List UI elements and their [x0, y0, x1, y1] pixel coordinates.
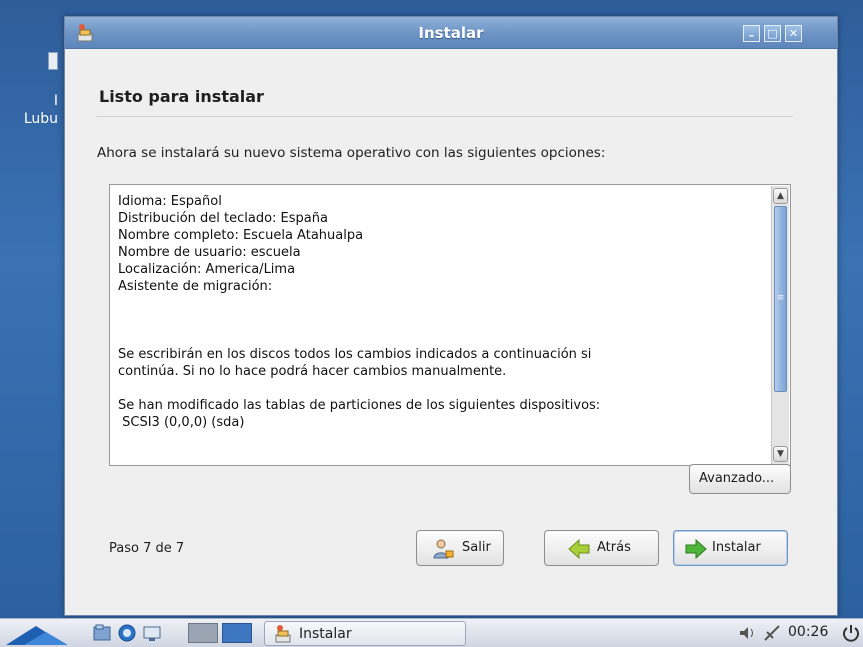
taskbar-item-installer[interactable]: Instalar	[264, 621, 466, 646]
installer-window: Instalar – □ ✕ Listo para instalar Ahora…	[64, 16, 838, 616]
maximize-icon: □	[767, 27, 778, 40]
arrow-right-icon	[685, 538, 707, 560]
volume-icon[interactable]	[738, 623, 758, 643]
user-exit-icon	[433, 539, 454, 559]
install-button[interactable]: Instalar	[673, 530, 788, 566]
desktop-icon-label: I Lubu	[23, 93, 58, 127]
close-icon: ✕	[788, 27, 799, 40]
file-manager-icon[interactable]	[92, 623, 112, 643]
summary-line: Nombre de usuario: escuela	[118, 245, 301, 260]
scrollbar-thumb[interactable]: ≡	[774, 206, 787, 392]
power-icon[interactable]	[841, 623, 861, 643]
summary-line	[118, 329, 768, 346]
scroll-down-button[interactable]: ▼	[773, 446, 788, 462]
summary-line: Nombre completo: Escuela Atahualpa	[118, 228, 364, 243]
summary-line: Distribución del teclado: España	[118, 211, 328, 226]
page-title: Listo para instalar	[99, 87, 264, 106]
summary-line: Idioma: Español	[118, 194, 222, 209]
document-icon	[48, 52, 58, 70]
install-button-label: Instalar	[712, 540, 761, 555]
taskbar-item-label: Instalar	[299, 626, 352, 642]
summary-line: continúa. Si no lo hace podrá hacer camb…	[118, 364, 507, 379]
summary-fade	[118, 447, 768, 457]
minimize-button[interactable]: –	[743, 25, 760, 42]
summary-text: Idioma: Español Distribución del teclado:…	[118, 193, 768, 457]
workspace-1-icon[interactable]	[188, 623, 218, 643]
summary-line	[118, 312, 768, 329]
window-title: Instalar	[418, 24, 484, 42]
divider	[97, 116, 793, 117]
summary-line: Se han modificado las tablas de particio…	[118, 398, 601, 413]
summary-line: Se escribirán en los discos todos los ca…	[118, 347, 592, 362]
install-summary-box[interactable]: Idioma: Español Distribución del teclado:…	[109, 184, 791, 466]
close-button[interactable]: ✕	[785, 25, 802, 42]
summary-line	[118, 431, 768, 448]
minimize-icon: –	[748, 29, 755, 42]
summary-scrollbar[interactable]: ▲ ≡ ▼	[771, 186, 789, 464]
installer-app-icon	[275, 625, 291, 643]
summary-line	[118, 380, 768, 397]
scroll-up-button[interactable]: ▲	[773, 188, 788, 204]
intro-text: Ahora se instalará su nuevo sistema oper…	[97, 145, 606, 161]
quit-button[interactable]: Salir	[416, 530, 504, 566]
network-icon[interactable]	[762, 623, 782, 643]
arrow-left-icon	[568, 538, 590, 560]
advanced-button-label: Avanzado...	[699, 471, 775, 486]
quit-button-label: Salir	[462, 540, 491, 555]
show-desktop-icon[interactable]	[142, 623, 162, 643]
start-menu-icon[interactable]	[6, 622, 86, 645]
advanced-button[interactable]: Avanzado...	[689, 464, 791, 494]
clock: 00:26	[788, 624, 829, 640]
taskbar: Instalar 00:26	[0, 618, 863, 647]
grip-icon: ≡	[776, 293, 785, 303]
summary-line	[118, 295, 768, 312]
back-button-label: Atrás	[597, 540, 631, 555]
workspace-2-icon[interactable]	[222, 623, 252, 643]
summary-line: SCSI3 (0,0,0) (sda)	[118, 415, 245, 430]
desktop-install-icon[interactable]	[22, 44, 58, 74]
maximize-button[interactable]: □	[764, 25, 781, 42]
step-indicator: Paso 7 de 7	[109, 541, 185, 556]
summary-line: Localización: America/Lima	[118, 262, 296, 277]
back-button[interactable]: Atrás	[544, 530, 659, 566]
summary-line: Asistente de migración:	[118, 279, 273, 294]
window-titlebar[interactable]: Instalar – □ ✕	[65, 17, 837, 49]
browser-icon[interactable]	[117, 623, 137, 643]
